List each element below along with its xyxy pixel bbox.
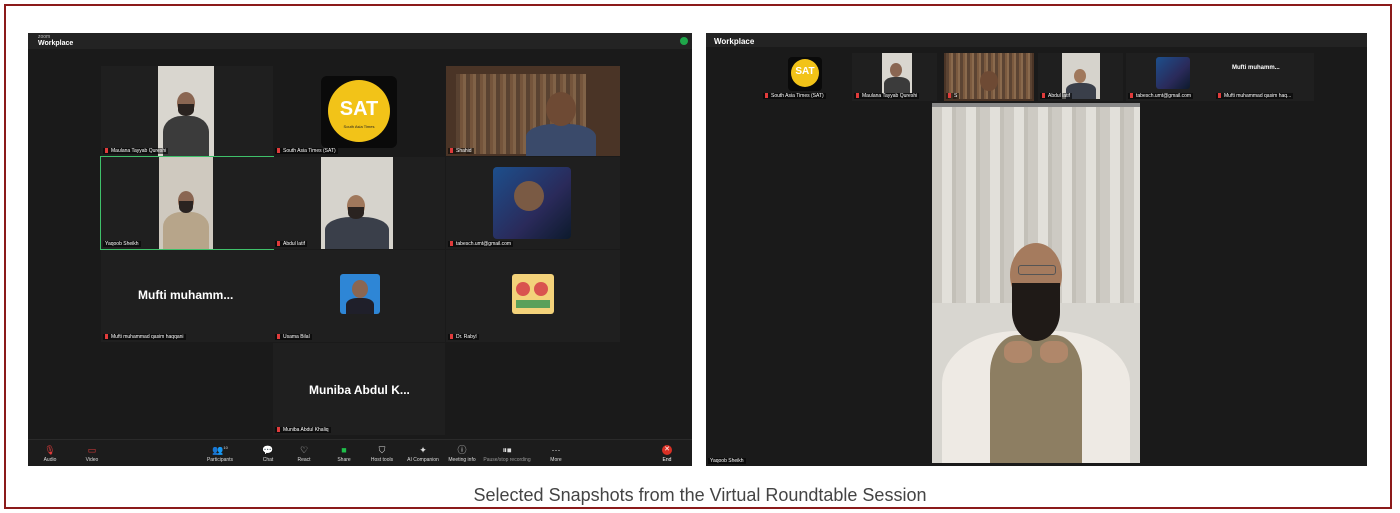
meeting-info-button[interactable]: ⓘ Meeting info — [442, 445, 482, 463]
participant-label: Abdul latif — [275, 241, 307, 247]
participant-name-display: Muniba Abdul K... — [309, 383, 410, 397]
window-title: Workplace — [38, 40, 74, 47]
participant-label: Shahid — [448, 148, 474, 154]
mic-muted-icon — [105, 148, 108, 154]
mic-muted-icon — [277, 241, 280, 247]
participant-name-display: Mufti muhamm... — [1232, 65, 1280, 71]
window-title: Workplace — [714, 37, 755, 46]
video-tile-tabesch[interactable]: tabesch.umt@gmail.com — [446, 157, 620, 249]
mic-muted-icon — [277, 334, 280, 340]
shield-icon: ⛉ — [378, 445, 386, 455]
mic-muted-icon — [450, 148, 453, 154]
participants-button[interactable]: 👥10 Participants — [200, 443, 240, 463]
video-tile-muniba[interactable]: Muniba Abdul K... Muniba Abdul Khaliq — [273, 343, 445, 435]
participant-label: S — [946, 93, 960, 99]
zoom-gallery-screenshot: zoom Workplace Maulana Tayyab Qureshi SA… — [28, 33, 692, 466]
video-tile-sat[interactable]: SAT South Asia Times South Asia Times (S… — [273, 66, 445, 156]
more-button[interactable]: ⋯ More — [536, 445, 576, 463]
participant-label: tabesch.umt@gmail.com — [448, 241, 514, 247]
strip-tile-s[interactable]: S — [944, 53, 1034, 101]
video-tile-mufti[interactable]: Mufti muhamm... Mufti muhammad qasim haq… — [101, 250, 273, 342]
active-speaker-label: Yaqoob Sheikh — [708, 458, 746, 464]
participant-label: South Asia Times (SAT) — [763, 93, 826, 99]
video-tile-shahid[interactable]: Shahid — [446, 66, 620, 156]
participant-label: South Asia Times (SAT) — [275, 148, 338, 154]
react-icon: ♡ — [299, 445, 309, 455]
video-tile-yaqoob-active[interactable]: Yaqoob Sheikh — [100, 156, 274, 250]
participant-label: Dr. Rabyl — [448, 334, 479, 340]
strip-tile-maulana[interactable]: Maulana Tayyab Qureshi — [852, 53, 937, 101]
security-shield-icon[interactable] — [680, 37, 688, 45]
sat-logo: SAT — [339, 98, 379, 120]
strip-tile-mufti[interactable]: Mufti muhamm... Mufti muhammad qasim haq… — [1214, 53, 1314, 101]
mic-muted-icon — [765, 93, 768, 99]
chat-icon: 💬 — [262, 445, 274, 455]
react-button[interactable]: ♡ React — [284, 445, 324, 463]
strip-tile-abdul-latif[interactable]: Abdul latif — [1038, 53, 1123, 101]
strip-tile-sat[interactable]: SAT South Asia Times (SAT) — [761, 53, 846, 101]
info-icon: ⓘ — [457, 445, 467, 455]
mic-muted-icon — [1130, 93, 1133, 99]
video-tile-dr-rabyl[interactable]: Dr. Rabyl — [446, 250, 620, 342]
end-button[interactable]: ✕ End — [656, 445, 678, 463]
mic-muted-icon — [1218, 93, 1221, 99]
sat-logo-subtitle: South Asia Times — [343, 124, 375, 129]
mic-muted-icon — [450, 241, 453, 247]
audio-button[interactable]: 🎙 Audio — [30, 445, 70, 463]
participant-label: Mufti muhammad qasim haq... — [1216, 93, 1294, 99]
participant-label: Muniba Abdul Khaliq — [275, 427, 331, 433]
video-button[interactable]: ▭ Video — [72, 445, 112, 463]
participant-label: tabesch.umt@gmail.com — [1128, 93, 1194, 99]
active-speaker-video[interactable] — [932, 103, 1140, 463]
ai-companion-button[interactable]: ✦ AI Companion — [400, 445, 446, 463]
host-tools-button[interactable]: ⛉ Host tools — [362, 445, 402, 463]
strip-tile-tabesch[interactable]: tabesch.umt@gmail.com — [1126, 53, 1216, 101]
meeting-toolbar: 🎙 Audio ▭ Video 👥10 Participants 💬 Chat ♡ Rea… — [28, 439, 692, 466]
video-tile-maulana[interactable]: Maulana Tayyab Qureshi — [101, 66, 273, 156]
figure-caption: Selected Snapshots from the Virtual Roun… — [473, 485, 927, 505]
share-button[interactable]: ■ Share — [324, 445, 364, 463]
sparkle-icon: ✦ — [419, 445, 427, 455]
video-tile-usama[interactable]: Usama Bilal — [273, 250, 445, 342]
mic-muted-icon — [856, 93, 859, 99]
recording-button[interactable]: ⏸⏹ Pause/stop recording — [478, 445, 536, 463]
participant-name-display: Mufti muhamm... — [138, 288, 234, 302]
participant-label: Yaqoob Sheikh — [103, 241, 141, 247]
participant-label: Maulana Tayyab Qureshi — [854, 93, 920, 99]
end-icon: ✕ — [662, 445, 672, 455]
share-icon: ■ — [341, 445, 347, 455]
record-icon: ⏸⏹ — [502, 445, 512, 455]
participants-icon: 👥10 — [212, 445, 228, 455]
zoom-speaker-screenshot: Workplace SAT South Asia Times (SAT) Mau… — [706, 33, 1367, 466]
mic-muted-icon — [1042, 93, 1045, 99]
video-off-icon: ▭ — [87, 445, 97, 455]
mic-muted-icon — [105, 334, 108, 340]
mic-muted-icon — [948, 93, 951, 99]
participant-label: Abdul latif — [1040, 93, 1072, 99]
chat-button[interactable]: 💬 Chat — [248, 445, 288, 463]
mic-muted-icon: 🎙 — [44, 445, 56, 455]
title-bar: Workplace — [706, 33, 1367, 47]
video-tile-abdul-latif[interactable]: Abdul latif — [273, 157, 445, 249]
more-icon: ⋯ — [551, 445, 561, 455]
mic-muted-icon — [450, 334, 453, 340]
participant-label: Mufti muhammad qasim haqqani — [103, 334, 186, 340]
participant-label: Maulana Tayyab Qureshi — [103, 148, 169, 154]
mic-muted-icon — [277, 148, 280, 154]
mic-muted-icon — [277, 427, 280, 433]
title-bar: zoom Workplace — [28, 33, 692, 49]
participant-label: Usama Bilal — [275, 334, 312, 340]
